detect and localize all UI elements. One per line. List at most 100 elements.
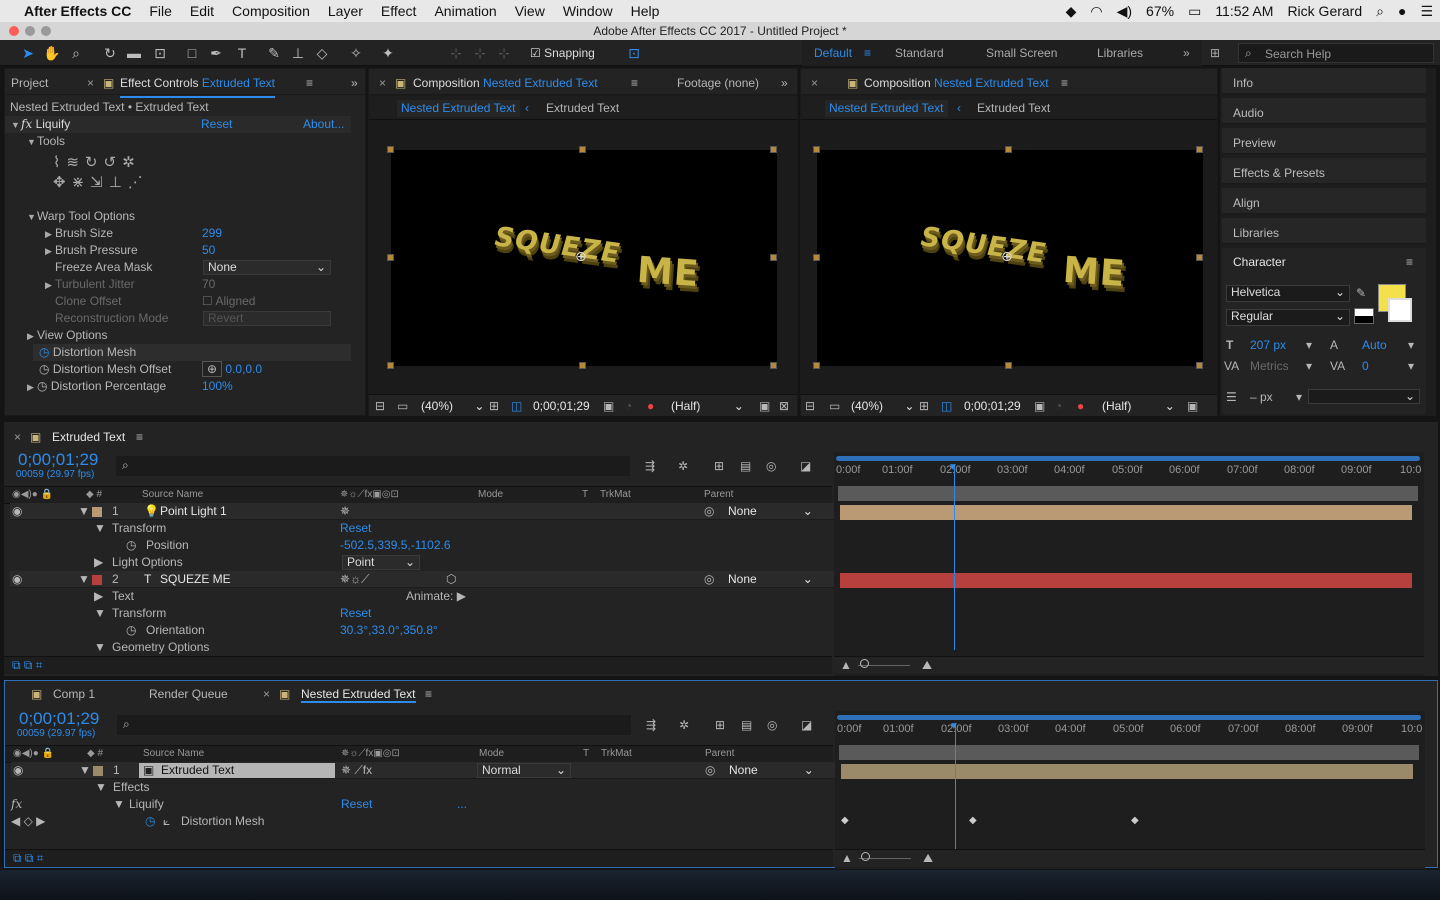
pick-whip-icon[interactable]: ◎	[704, 503, 714, 520]
always-preview-icon[interactable]: ⊟	[375, 398, 385, 415]
workspace-libraries[interactable]: Libraries	[1097, 46, 1143, 60]
light-type-select[interactable]: Point ⌄	[342, 555, 420, 570]
kerning-value[interactable]: Metrics	[1250, 358, 1289, 375]
effects-group-label[interactable]: Effects	[113, 779, 149, 796]
bounding-handle[interactable]	[1196, 254, 1203, 261]
user-name[interactable]: Rick Gerard	[1280, 3, 1369, 19]
font-size-value[interactable]: 207 px	[1250, 337, 1286, 354]
panel-libraries[interactable]: Libraries	[1222, 218, 1426, 244]
layer-name-squeze-me[interactable]: SQUEZE ME	[160, 571, 231, 588]
character-title[interactable]: Character	[1233, 254, 1286, 271]
shy-layers-icon[interactable]: ⊞	[714, 458, 724, 475]
hand-tool-icon[interactable]: ✋	[42, 43, 62, 63]
graph-editor-icon[interactable]: ◪	[800, 458, 811, 475]
bloat-tool-icon[interactable]: ✥	[53, 174, 72, 191]
bounding-handle[interactable]	[1005, 146, 1012, 153]
lock-icon[interactable]: ▣	[847, 76, 858, 90]
viewer-timecode[interactable]: 0;00;01;29	[964, 398, 1021, 415]
zoom-slider-thumb[interactable]	[861, 852, 870, 861]
zoom-slider-thumb[interactable]	[860, 659, 869, 668]
layer-name-point-light[interactable]: Point Light 1	[160, 503, 227, 520]
panel-info[interactable]: Info	[1222, 68, 1426, 94]
geometry-options-label[interactable]: Geometry Options	[112, 639, 209, 656]
panel-align[interactable]: Align	[1222, 188, 1426, 214]
stopwatch-icon[interactable]: ◷	[37, 379, 47, 393]
workspace-small-screen[interactable]: Small Screen	[986, 46, 1057, 60]
menu-window[interactable]: Window	[554, 3, 622, 19]
distortion-mesh-offset-value[interactable]: ⊕ 0.0,0.0	[202, 361, 262, 378]
comp-canvas-left[interactable]: SQUEZE ME ⊕	[387, 146, 777, 369]
breadcrumb-active-comp[interactable]: Nested Extruded Text	[825, 100, 948, 117]
header-source-name[interactable]: Source Name	[143, 748, 204, 759]
comp-mini-flowchart-icon[interactable]: ⇶	[646, 717, 656, 734]
workspace-overflow-icon[interactable]: »	[1183, 46, 1190, 60]
freeze-area-mask-select[interactable]: None ⌄	[203, 260, 331, 275]
volume-icon[interactable]: ◀)	[1110, 3, 1139, 20]
transform-reset-button[interactable]: Reset	[340, 605, 371, 622]
tab-composition-right[interactable]: Composition Nested Extruded Text	[864, 76, 1049, 90]
mask-visibility-icon[interactable]: ◫	[941, 398, 952, 415]
zoom-select[interactable]: (40%) ⌄	[421, 398, 484, 415]
timeline-tab-render-queue[interactable]: Render Queue	[149, 686, 228, 703]
panel-menu-icon[interactable]: ≡	[425, 686, 432, 703]
show-snapshot-icon[interactable]: ◔	[1055, 398, 1062, 415]
twirl-down-icon[interactable]: ▼	[78, 503, 90, 520]
breadcrumb-active-comp[interactable]: Nested Extruded Text	[397, 100, 520, 117]
animate-menu[interactable]: Animate: ▶	[406, 588, 466, 605]
notification-center-icon[interactable]: ☰	[1413, 3, 1440, 20]
eyedropper-icon[interactable]: ✎	[1356, 285, 1366, 302]
layer-label-color[interactable]	[93, 766, 103, 776]
timeline-track-area[interactable]: 0:00f 01:00f 02:00f 03:00f 04:00f 05:00f…	[835, 711, 1425, 869]
bounding-handle[interactable]	[1196, 146, 1203, 153]
panel-menu-icon[interactable]: ≡	[1061, 76, 1068, 90]
stopwatch-icon[interactable]: ◷	[39, 345, 49, 359]
zoom-select[interactable]: (40%) ⌄	[851, 398, 914, 415]
roto-brush-tool-icon[interactable]: ✧	[346, 43, 366, 63]
time-ruler[interactable]: 0:00f 01:00f 02:00f 03:00f 04:00f 05:00f…	[835, 723, 1425, 743]
bounding-handle[interactable]	[579, 146, 586, 153]
brush-size-value[interactable]: 299	[202, 225, 222, 242]
bounding-handle[interactable]	[813, 146, 820, 153]
motion-blur-icon[interactable]: ◎	[766, 458, 776, 475]
panel-menu-icon[interactable]: ≡	[306, 76, 313, 90]
comp-duration-bar[interactable]	[839, 745, 1419, 760]
graph-icon[interactable]: ⟀	[163, 813, 170, 830]
stopwatch-icon[interactable]: ◷	[39, 362, 49, 376]
twirl-right-icon[interactable]: ▶	[94, 554, 103, 571]
close-window-button[interactable]	[9, 26, 19, 36]
frame-blending-icon[interactable]: ▤	[741, 717, 752, 734]
region-of-interest-icon[interactable]: ▣	[759, 398, 770, 415]
lock-icon[interactable]: ▣	[395, 76, 406, 90]
workspace-default[interactable]: Default	[814, 46, 852, 60]
leading-value[interactable]: Auto	[1362, 337, 1387, 354]
brush-size-row[interactable]: ▶ Brush Size	[45, 225, 113, 242]
black-white-swatch[interactable]	[1354, 308, 1374, 324]
fx-icon[interactable]: fx	[11, 796, 22, 813]
panel-overflow-icon[interactable]: »	[351, 76, 358, 90]
comp-mini-flowchart-icon[interactable]: ⇶	[645, 458, 655, 475]
panel-menu-icon[interactable]: ≡	[136, 429, 143, 446]
distortion-mesh-offset-row[interactable]: ◷ Distortion Mesh Offset	[39, 361, 171, 378]
pen-tool-icon[interactable]: ✒	[206, 43, 226, 63]
menu-layer[interactable]: Layer	[319, 3, 372, 19]
twirl-down-icon[interactable]: ▼	[94, 520, 106, 537]
parent-select[interactable]: None ⌄	[728, 503, 813, 520]
brush-tool-icon[interactable]: ✎	[264, 43, 284, 63]
transparency-grid-icon[interactable]: ⊠	[779, 398, 789, 415]
close-tab-icon[interactable]: ×	[87, 76, 94, 90]
frame-blending-icon[interactable]: ▤	[740, 458, 751, 475]
comp-canvas-right[interactable]: SQUEZE ME ⊕	[813, 146, 1203, 369]
zoom-in-icon[interactable]: ⛰	[923, 850, 933, 867]
snapping-checkbox[interactable]: ☑ Snapping	[530, 46, 595, 60]
menu-file[interactable]: File	[140, 3, 181, 19]
reflection-tool-icon[interactable]: ⇲	[90, 174, 109, 191]
layer-label-color[interactable]	[92, 507, 102, 517]
twirl-down-icon[interactable]: ▼	[94, 639, 106, 656]
timeline-current-time[interactable]: 0;00;01;29	[19, 709, 99, 729]
layer-switches-icon[interactable]: ✵ ⟋fx	[341, 762, 372, 779]
panel-effects-presets[interactable]: Effects & Presets	[1222, 158, 1426, 184]
warp-tool-icon[interactable]: ⌇	[53, 154, 66, 171]
liquify-effect-label[interactable]: Liquify	[129, 796, 164, 813]
timeline-tab-comp1[interactable]: Comp 1	[53, 686, 95, 703]
breadcrumb-child-comp[interactable]: Extruded Text	[977, 100, 1050, 117]
